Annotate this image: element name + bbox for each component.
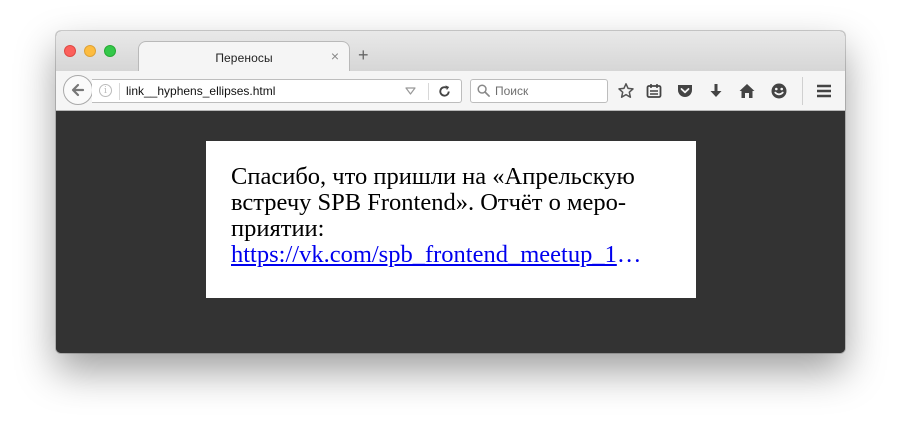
tab-title: Переносы [215, 51, 273, 65]
content-card: Спасибо, что пришли на «Апрельскую встре… [206, 141, 696, 298]
download-icon[interactable] [707, 82, 725, 100]
url-separator [119, 83, 120, 100]
tab-active[interactable]: Переносы × [138, 41, 350, 72]
bookmark-star-icon[interactable] [617, 82, 635, 100]
smiley-icon[interactable] [770, 82, 788, 100]
tab-close-icon[interactable]: × [331, 49, 339, 63]
new-tab-button[interactable]: + [358, 46, 369, 64]
search-icon [477, 84, 490, 97]
title-bar: Переносы × + [56, 31, 845, 72]
link-line: https://vk.com/spb_frontend_meetup_1… [231, 242, 671, 268]
search-box[interactable] [470, 79, 608, 103]
nav-toolbar: i link__hyphens_ellipses.html [56, 71, 845, 111]
card-paragraph: Спасибо, что пришли на «Апрельскую встре… [231, 164, 671, 268]
window-maximize-button[interactable] [104, 45, 116, 57]
home-icon[interactable] [738, 82, 756, 100]
pocket-icon[interactable] [676, 82, 694, 100]
search-input[interactable] [495, 82, 603, 100]
url-separator-2 [428, 83, 429, 100]
meetup-report-link[interactable]: https://vk.com/spb_frontend_meetup_1 [231, 241, 617, 268]
back-arrow-icon [71, 83, 85, 97]
paragraph-line-2: встречу SPB Frontend». Отчёт о меро- [231, 189, 627, 216]
paragraph-line-3: приятии: [231, 215, 325, 242]
page-content: Спасибо, что пришли на «Апрельскую встре… [56, 111, 845, 353]
paragraph-line-1: Спасибо, что пришли на «Апрельскую [231, 163, 635, 190]
window-minimize-button[interactable] [84, 45, 96, 57]
url-text[interactable]: link__hyphens_ellipses.html [126, 84, 275, 98]
reading-list-icon[interactable] [645, 82, 663, 100]
toolbar-separator [802, 77, 803, 105]
info-icon[interactable]: i [99, 84, 112, 97]
reload-icon[interactable] [437, 84, 452, 99]
link-ellipsis: … [616, 241, 642, 268]
url-bar[interactable]: i link__hyphens_ellipses.html [92, 79, 462, 103]
menu-icon[interactable] [815, 82, 833, 100]
window-close-button[interactable] [64, 45, 76, 57]
dropdown-icon[interactable] [405, 87, 416, 95]
back-button[interactable] [63, 75, 93, 105]
browser-window: Переносы × + i link__hyphens_ellipses.ht… [56, 31, 845, 353]
